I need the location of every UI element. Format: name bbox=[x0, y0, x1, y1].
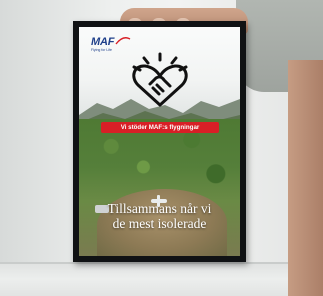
poster: MAF Flying for Life Vi stöder MAF:s flyg… bbox=[79, 27, 240, 256]
headline-line-1: Tillsammans når vi bbox=[107, 201, 212, 216]
support-badge: Vi stöder MAF:s flygningar bbox=[101, 122, 219, 133]
headline-line-2: de mest isolerade bbox=[112, 216, 207, 231]
table-edge bbox=[0, 262, 323, 264]
maf-logo-tagline: Flying for Life bbox=[91, 48, 113, 52]
poster-frame: MAF Flying for Life Vi stöder MAF:s flyg… bbox=[73, 21, 246, 262]
table-surface bbox=[0, 262, 323, 296]
poster-headline: Tillsammans når vi de mest isolerade bbox=[83, 201, 236, 231]
logo-swoosh-icon bbox=[115, 37, 131, 45]
person-arm bbox=[288, 60, 323, 296]
heart-handshake-icon bbox=[132, 52, 188, 107]
maf-logo-text: MAF bbox=[91, 36, 115, 48]
